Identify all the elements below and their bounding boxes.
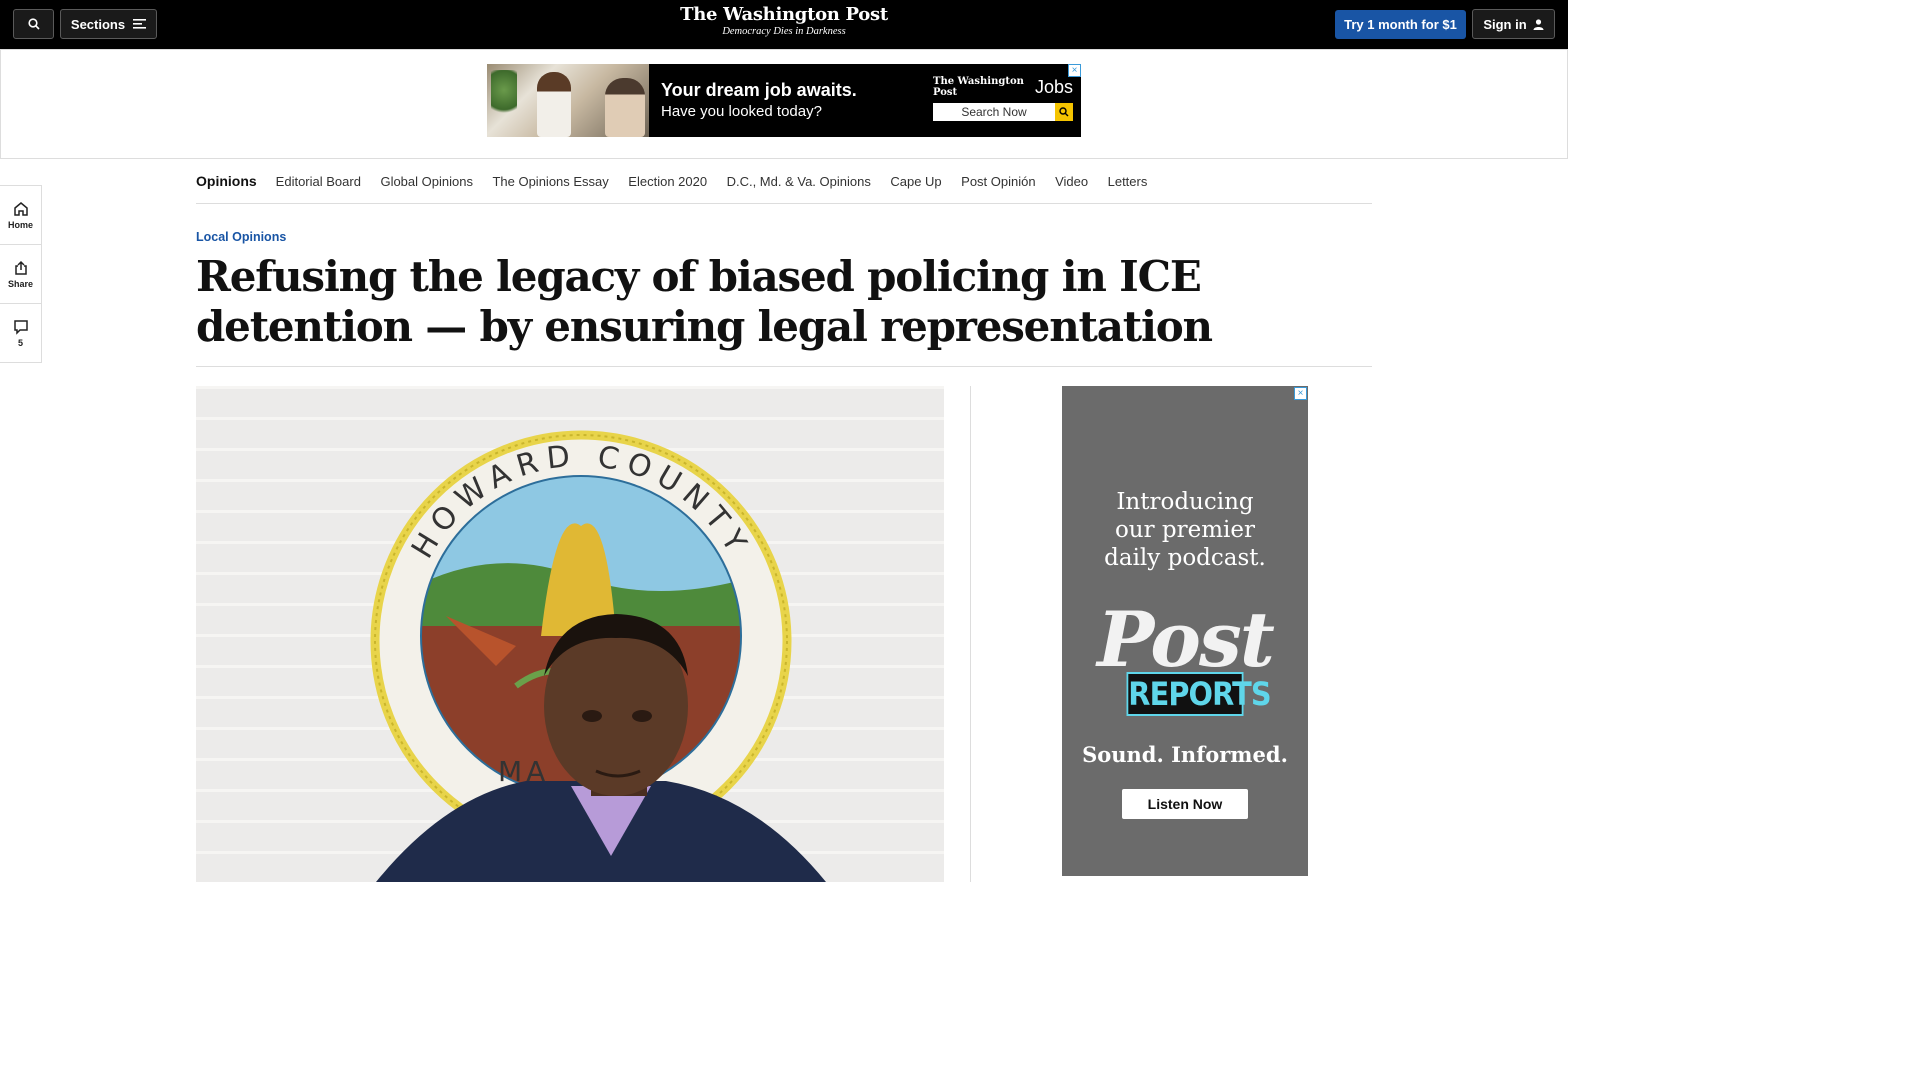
ad-photo bbox=[487, 64, 649, 137]
nav-item-opinions-essay[interactable]: The Opinions Essay bbox=[492, 174, 608, 189]
ad-search-box[interactable]: Search Now bbox=[933, 103, 1055, 121]
nav-item-election-2020[interactable]: Election 2020 bbox=[628, 174, 707, 189]
home-icon bbox=[13, 201, 28, 216]
rail-share-button[interactable]: Share bbox=[0, 245, 41, 304]
nav-item-post-opinion[interactable]: Post Opinión bbox=[961, 174, 1035, 189]
user-icon bbox=[1533, 18, 1544, 30]
top-bar: Sections The Washington Post Democracy D… bbox=[0, 0, 1568, 49]
podcast-ad[interactable]: Introducing our premier daily podcast. P… bbox=[1062, 386, 1308, 876]
ad-headline: Your dream job awaits. bbox=[661, 80, 857, 100]
nav-item-letters[interactable]: Letters bbox=[1108, 174, 1148, 189]
article-kicker[interactable]: Local Opinions bbox=[196, 230, 286, 244]
rail-home-button[interactable]: Home bbox=[0, 186, 41, 245]
jobs-ad[interactable]: Your dream job awaits. Have you looked t… bbox=[487, 64, 1081, 137]
hero-image: HOWARD COUNTY MA bbox=[196, 386, 944, 882]
nav-item-video[interactable]: Video bbox=[1055, 174, 1088, 189]
rail-comments-count: 5 bbox=[17, 338, 23, 348]
rail-home-label: Home bbox=[7, 219, 33, 230]
share-rail: Home Share 5 bbox=[0, 185, 42, 363]
article-headline: Refusing the legacy of biased policing i… bbox=[196, 252, 1213, 351]
rail-share-label: Share bbox=[7, 278, 33, 289]
ad-brand-suffix: Jobs bbox=[1034, 76, 1073, 97]
headline-divider bbox=[196, 366, 1372, 367]
signin-button[interactable]: Sign in bbox=[1472, 9, 1555, 39]
listen-now-button[interactable]: Listen Now bbox=[1122, 789, 1248, 819]
ad-subline: Have you looked today? bbox=[661, 103, 822, 120]
comment-icon bbox=[13, 320, 28, 335]
ad-search-button[interactable] bbox=[1055, 103, 1073, 121]
share-icon bbox=[14, 260, 27, 275]
ad-close-icon[interactable]: × bbox=[1294, 387, 1307, 400]
ad-intro-line-3: daily podcast. bbox=[1104, 545, 1266, 571]
opinions-nav: Opinions Editorial Board Global Opinions… bbox=[196, 159, 1372, 204]
ad-intro-line-2: our premier bbox=[1114, 517, 1256, 543]
rail-comments-button[interactable]: 5 bbox=[0, 304, 41, 363]
ad-slogan: Sound. Informed. bbox=[1082, 742, 1288, 767]
nav-item-opinions[interactable]: Opinions bbox=[196, 173, 257, 189]
logo-name: The Washington Post bbox=[680, 4, 888, 25]
subscribe-button[interactable]: Try 1 month for $1 bbox=[1335, 10, 1466, 39]
nav-item-editorial-board[interactable]: Editorial Board bbox=[276, 174, 361, 189]
site-logo[interactable]: The Washington Post Democracy Dies in Da… bbox=[0, 4, 1568, 37]
signin-label: Sign in bbox=[1483, 16, 1527, 32]
ad-brand: The Washington Post bbox=[933, 76, 1024, 98]
ad-close-icon[interactable]: × bbox=[1068, 64, 1081, 77]
nav-item-cape-up[interactable]: Cape Up bbox=[890, 174, 941, 189]
column-divider bbox=[970, 386, 971, 882]
post-reports-logo: Post bbox=[1097, 595, 1275, 684]
logo-tagline: Democracy Dies in Darkness bbox=[722, 26, 846, 37]
post-reports-sub: REPORTS bbox=[1126, 672, 1272, 716]
nav-item-global-opinions[interactable]: Global Opinions bbox=[380, 174, 473, 189]
nav-item-dc-md-va[interactable]: D.C., Md. & Va. Opinions bbox=[727, 174, 871, 189]
ad-intro-line-1: Introducing bbox=[1116, 489, 1254, 515]
search-icon bbox=[1059, 107, 1069, 117]
